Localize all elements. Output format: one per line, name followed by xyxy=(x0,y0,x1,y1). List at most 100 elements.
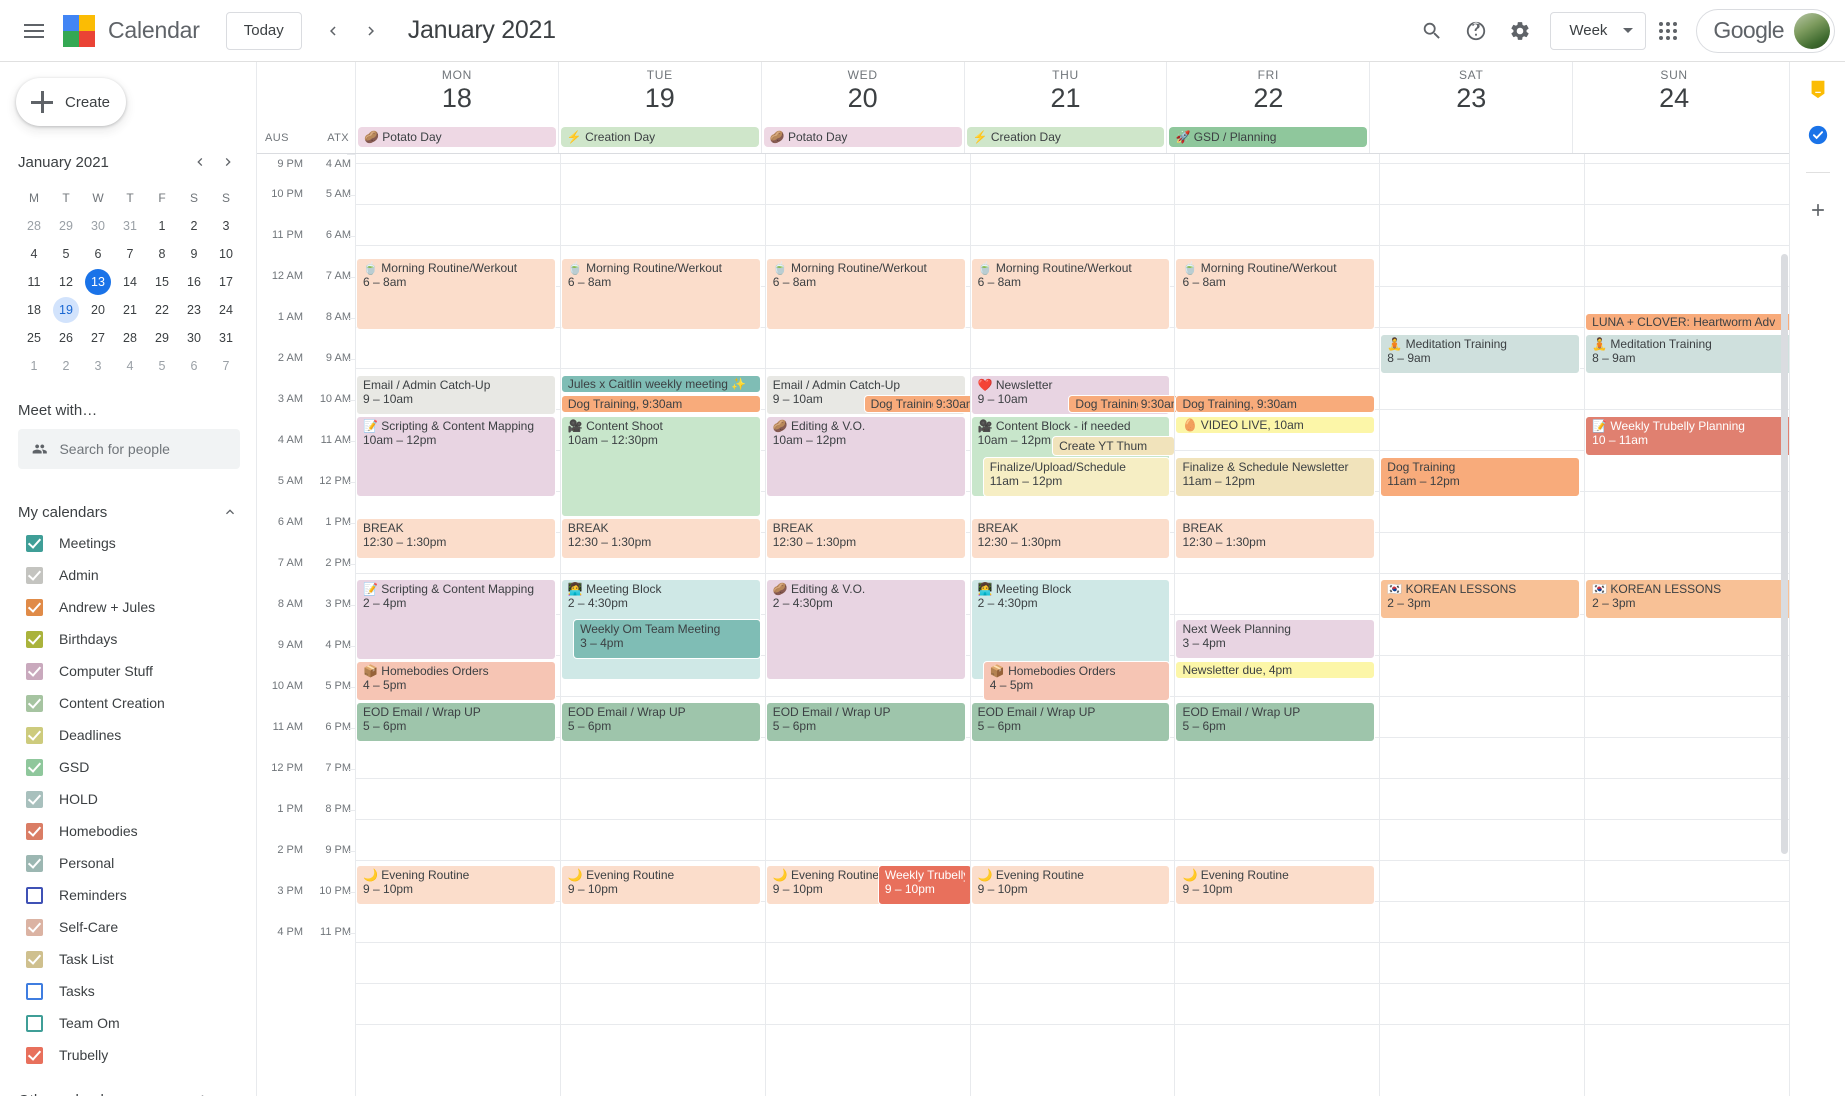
create-button[interactable]: Create xyxy=(16,78,126,126)
calendar-event[interactable]: Finalize/Upload/Schedule 11am – 12pm xyxy=(982,457,1171,497)
all-day-event[interactable]: ⚡ Creation Day xyxy=(560,127,759,147)
day-column[interactable]: 🍵 Morning Routine/Werkout 6 – 8am Dog Trai… xyxy=(1174,154,1380,1096)
day-number[interactable]: 23 xyxy=(1370,84,1572,113)
calendar-event[interactable]: Dog Training,9:30am xyxy=(1175,395,1376,413)
calendar-event[interactable]: 🇰🇷 KOREAN LESSONS 2 – 3pm xyxy=(1380,579,1581,619)
calendar-list-item[interactable]: Content Creation xyxy=(0,687,256,719)
calendar-list-item[interactable]: Tasks xyxy=(0,975,256,1007)
calendar-list-item[interactable]: Admin xyxy=(0,559,256,591)
calendar-list-item[interactable]: Andrew + Jules xyxy=(0,591,256,623)
calendar-event[interactable]: 📝 Weekly Trubelly Planning 10 – 11am xyxy=(1585,416,1789,456)
calendar-event[interactable]: 🍵 Morning Routine/Werkout 6 – 8am xyxy=(560,258,761,330)
search-people-field[interactable] xyxy=(18,429,240,469)
calendar-event[interactable]: Dog Training 11am – 12pm xyxy=(1380,457,1581,497)
search-button[interactable] xyxy=(1410,9,1454,53)
calendar-checkbox[interactable] xyxy=(26,598,43,616)
day-column[interactable]: 🍵 Morning Routine/Werkout 6 – 8am Jules x … xyxy=(559,154,765,1096)
day-number[interactable]: 20 xyxy=(762,84,964,113)
calendar-checkbox[interactable] xyxy=(26,758,43,776)
calendar-event[interactable]: BREAK 12:30 – 1:30pm xyxy=(560,518,761,559)
settings-button[interactable] xyxy=(1498,9,1542,53)
calendar-checkbox[interactable] xyxy=(26,950,43,968)
mini-calendar-day[interactable]: 23 xyxy=(181,297,207,323)
calendar-list-item[interactable]: Birthdays xyxy=(0,623,256,655)
add-other-calendar-button[interactable] xyxy=(188,1086,216,1096)
google-apps-button[interactable] xyxy=(1646,9,1690,53)
all-day-event[interactable]: 🥔 Potato Day xyxy=(763,127,962,147)
mini-calendar-day[interactable]: 2 xyxy=(53,353,79,379)
calendar-event[interactable]: 🌙 Evening Routine 9 – 10pm xyxy=(970,865,1171,905)
mini-calendar-day[interactable]: 30 xyxy=(85,213,111,239)
calendar-event[interactable]: Weekly Om Team Meeting 3 – 4pm xyxy=(573,619,761,659)
avatar[interactable] xyxy=(1794,12,1830,49)
calendar-event[interactable]: 🇰🇷 KOREAN LESSONS 2 – 3pm xyxy=(1585,579,1789,619)
calendar-checkbox[interactable] xyxy=(26,662,43,680)
all-day-cell[interactable]: 🥔 Potato Day xyxy=(760,124,964,153)
google-tasks-icon[interactable] xyxy=(1805,122,1831,148)
next-period-button[interactable] xyxy=(352,12,390,50)
calendar-checkbox[interactable] xyxy=(26,694,43,712)
calendar-checkbox[interactable] xyxy=(26,854,43,872)
mini-calendar-day[interactable]: 20 xyxy=(85,297,111,323)
other-calendars-collapse-button[interactable] xyxy=(216,1086,244,1096)
day-column[interactable]: 🍵 Morning Routine/Werkout 6 – 8am Email / … xyxy=(764,154,978,1096)
day-header[interactable]: THU 21 xyxy=(963,62,1167,124)
calendar-event[interactable]: 🥔 Editing & V.O. 10am – 12pm xyxy=(765,416,966,497)
vertical-scrollbar[interactable] xyxy=(1781,154,1788,1096)
mini-calendar-day[interactable]: 9 xyxy=(181,241,207,267)
day-header[interactable]: WED 20 xyxy=(760,62,964,124)
mini-calendar-day[interactable]: 25 xyxy=(21,325,47,351)
calendar-list-item[interactable]: Meetings xyxy=(0,527,256,559)
calendar-checkbox[interactable] xyxy=(26,982,43,1000)
mini-calendar-day[interactable]: 7 xyxy=(213,353,239,379)
calendar-event[interactable]: Weekly Trubelly 9 – 10pm xyxy=(877,865,972,905)
calendar-scroll-area[interactable]: 9 PM 4 AM 10 PM 5 AM 11 PM 6 AM 12 AM 7 AM 1 AM 8… xyxy=(257,154,1789,1096)
mini-calendar-day[interactable]: 5 xyxy=(53,241,79,267)
all-day-cell[interactable] xyxy=(1369,124,1572,153)
calendar-event[interactable]: 🍵 Morning Routine/Werkout 6 – 8am xyxy=(356,258,556,330)
mini-calendar-day[interactable]: 1 xyxy=(149,213,175,239)
day-number[interactable]: 18 xyxy=(356,84,558,113)
calendar-list-item[interactable]: Deadlines xyxy=(0,719,256,751)
calendar-event[interactable]: Finalize & Schedule Newsletter 11am – 12p… xyxy=(1175,457,1376,497)
calendar-event[interactable]: Dog Training,9:30am xyxy=(560,395,761,413)
mini-calendar-day[interactable]: 16 xyxy=(181,269,207,295)
mini-calendar-day[interactable]: 1 xyxy=(21,353,47,379)
calendar-event[interactable]: 🥚 VIDEO LIVE, 10am xyxy=(1175,416,1376,434)
calendar-checkbox[interactable] xyxy=(26,566,43,584)
calendar-list-item[interactable]: Homebodies xyxy=(0,815,256,847)
mini-calendar-day[interactable]: 14 xyxy=(117,269,143,295)
calendar-event[interactable]: 📝 Scripting & Content Mapping 10am – 12pm xyxy=(356,416,556,497)
all-day-event[interactable]: ⚡ Creation Day xyxy=(966,127,1165,147)
calendar-event[interactable]: Create YT Thum xyxy=(1052,436,1175,456)
mini-next-month-button[interactable] xyxy=(214,148,242,176)
mini-calendar-day[interactable]: 29 xyxy=(53,213,79,239)
calendar-event[interactable]: 🌙 Evening Routine 9 – 10pm xyxy=(765,865,889,905)
calendar-list-item[interactable]: Self-Care xyxy=(0,911,256,943)
calendar-event[interactable]: Dog Training,9:30am xyxy=(1068,395,1183,413)
mini-calendar-day[interactable]: 26 xyxy=(53,325,79,351)
calendar-list-item[interactable]: Personal xyxy=(0,847,256,879)
calendar-event[interactable]: Jules x Caitlin weekly meeting ✨ xyxy=(560,375,761,393)
calendar-list-item[interactable]: Reminders xyxy=(0,879,256,911)
day-header[interactable]: FRI 22 xyxy=(1166,62,1369,124)
day-column[interactable]: 🍵 Morning Routine/Werkout 6 – 8am ❤️ Newsl… xyxy=(969,154,1183,1096)
calendar-event[interactable]: 🍵 Morning Routine/Werkout 6 – 8am xyxy=(1175,258,1376,330)
day-column[interactable]: 🍵 Morning Routine/Werkout 6 – 8am Email / … xyxy=(355,154,560,1096)
mini-calendar-day[interactable]: 10 xyxy=(213,241,239,267)
calendar-event[interactable]: EOD Email / Wrap UP 5 – 6pm xyxy=(560,702,761,742)
mini-calendar-day[interactable]: 28 xyxy=(21,213,47,239)
previous-period-button[interactable] xyxy=(314,12,352,50)
main-menu-button[interactable] xyxy=(12,9,56,53)
mini-calendar-day[interactable]: 31 xyxy=(117,213,143,239)
mini-calendar-day[interactable]: 24 xyxy=(213,297,239,323)
mini-calendar-day[interactable]: 8 xyxy=(149,241,175,267)
day-header[interactable]: MON 18 xyxy=(355,62,558,124)
mini-calendar-day[interactable]: 6 xyxy=(181,353,207,379)
day-header[interactable]: SUN 24 xyxy=(1572,62,1775,124)
calendar-event[interactable]: 🧘 Meditation Training 8 – 9am xyxy=(1380,334,1581,374)
day-header[interactable]: SAT 23 xyxy=(1369,62,1572,124)
all-day-event[interactable]: 🥔 Potato Day xyxy=(358,127,556,147)
add-side-panel-app-button[interactable] xyxy=(1805,197,1831,223)
all-day-cell[interactable]: ⚡ Creation Day xyxy=(557,124,761,153)
